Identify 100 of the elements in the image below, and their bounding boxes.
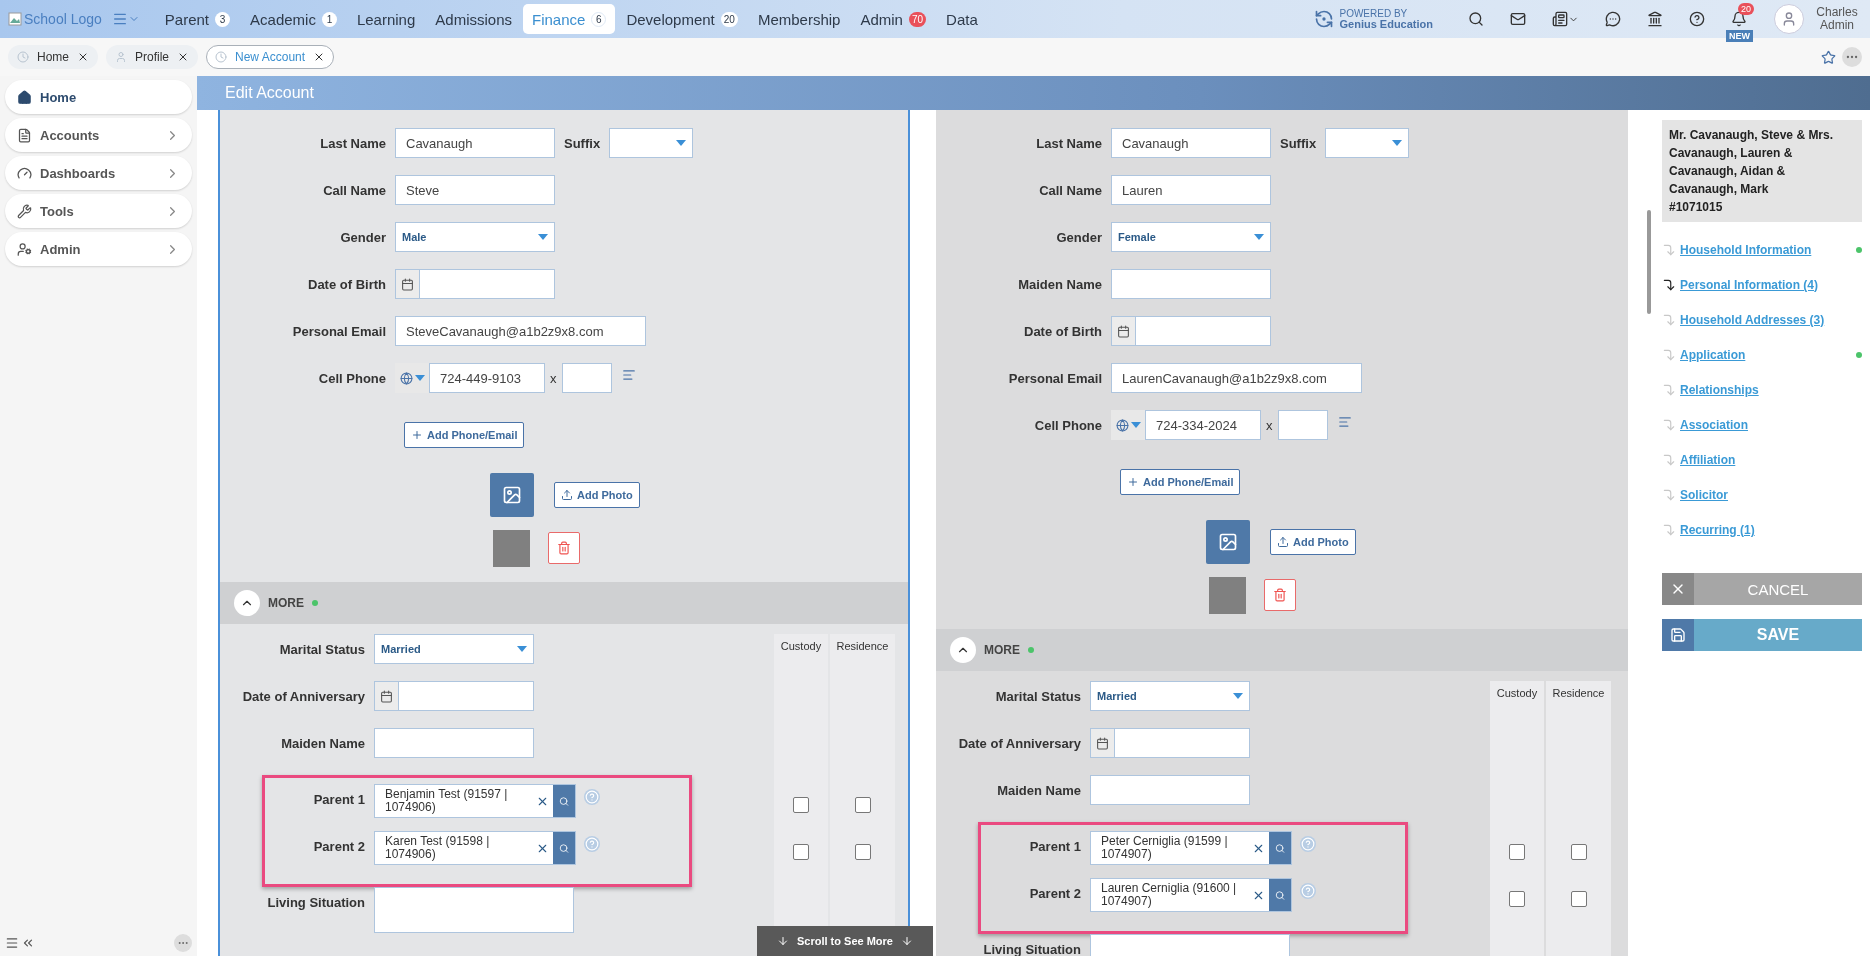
nav-tab[interactable]: Academic 1 bbox=[241, 4, 346, 34]
collapse-icon[interactable] bbox=[21, 936, 35, 950]
checkbox[interactable] bbox=[1509, 844, 1525, 860]
add-phone-email-button[interactable]: Add Phone/Email bbox=[1120, 469, 1241, 495]
menu-icon[interactable] bbox=[5, 936, 19, 950]
more-button[interactable] bbox=[174, 934, 192, 952]
text-field[interactable] bbox=[374, 728, 534, 758]
sidebar-item[interactable]: Dashboards bbox=[5, 156, 192, 190]
country-code-dropdown[interactable] bbox=[395, 363, 429, 393]
nav-tab[interactable]: Learning bbox=[347, 4, 425, 34]
phone-field[interactable]: 724-334-2024 bbox=[1145, 410, 1261, 440]
email-field[interactable]: LaurenCavanaugh@a1b2z9x8.com bbox=[1111, 363, 1362, 393]
close-icon[interactable] bbox=[77, 51, 89, 63]
help-button[interactable] bbox=[1300, 883, 1316, 899]
parent-lookup-field[interactable]: Lauren Cerniglia (91600 | 1074907) bbox=[1090, 878, 1292, 912]
field-label: Cell Phone bbox=[317, 370, 387, 386]
text-area[interactable] bbox=[374, 887, 574, 933]
bell-icon[interactable] bbox=[1731, 11, 1747, 27]
parent-lookup-field[interactable]: Karen Test (91598 | 1074906) bbox=[374, 831, 576, 865]
search-icon bbox=[1275, 888, 1285, 902]
add-photo-button[interactable]: Add Photo bbox=[1270, 529, 1356, 555]
checkbox[interactable] bbox=[854, 797, 871, 813]
home-icon bbox=[17, 89, 32, 105]
parent-lookup-field[interactable]: Peter Cerniglia (91599 | 1074907) bbox=[1090, 831, 1292, 865]
dropdown[interactable]: Female bbox=[1111, 222, 1271, 252]
nav-tab[interactable]: Admissions bbox=[426, 4, 521, 34]
nav-tab[interactable]: Admin 70 bbox=[851, 4, 936, 34]
globe-icon bbox=[1115, 418, 1129, 432]
user-icon bbox=[1781, 11, 1797, 27]
dropdown[interactable]: Male bbox=[395, 222, 555, 252]
sidebar-item[interactable]: Tools bbox=[5, 194, 192, 228]
collapse-button[interactable] bbox=[234, 590, 260, 616]
dropdown[interactable]: Married bbox=[1090, 681, 1250, 711]
phone-field[interactable]: 724-449-9103 bbox=[429, 363, 545, 393]
star-icon[interactable] bbox=[1821, 49, 1836, 65]
sidebar-item[interactable]: Admin bbox=[5, 232, 192, 266]
checkbox[interactable] bbox=[793, 797, 809, 813]
field-label: Date of Anniversary bbox=[241, 688, 366, 704]
help-button[interactable] bbox=[584, 789, 600, 805]
field-label: Maiden Name bbox=[1017, 276, 1103, 292]
open-tab[interactable]: Home bbox=[8, 45, 98, 69]
search-button[interactable] bbox=[553, 832, 575, 864]
search-icon[interactable] bbox=[1468, 11, 1484, 27]
scroll-hint: Scroll to See More bbox=[797, 935, 893, 947]
checkbox[interactable] bbox=[854, 844, 871, 860]
collapse-button[interactable] bbox=[950, 637, 976, 663]
text-field[interactable]: Lauren bbox=[1111, 175, 1271, 205]
text-field[interactable] bbox=[1090, 775, 1250, 805]
parent-lookup-field[interactable]: Benjamin Test (91597 | 1074906) bbox=[374, 784, 576, 818]
delete-button[interactable] bbox=[1264, 579, 1296, 611]
help-icon bbox=[1301, 837, 1315, 851]
text-field[interactable]: Cavanaugh bbox=[1111, 128, 1271, 158]
extension-field[interactable] bbox=[1277, 410, 1328, 440]
date-field[interactable] bbox=[1111, 316, 1271, 346]
upload-icon bbox=[1277, 536, 1289, 548]
help-button[interactable] bbox=[1300, 836, 1316, 852]
text-field[interactable]: Cavanaugh bbox=[395, 128, 555, 158]
date-field[interactable] bbox=[395, 269, 555, 299]
dropdown[interactable] bbox=[609, 128, 694, 158]
add-phone-email-button[interactable]: Add Phone/Email bbox=[404, 422, 525, 448]
email-field[interactable]: SteveCavanaugh@a1b2z9x8.com bbox=[395, 316, 646, 346]
newspaper-icon[interactable] bbox=[1552, 11, 1579, 27]
nav-tab[interactable]: Membership bbox=[748, 4, 850, 34]
open-tab[interactable]: New Account bbox=[206, 45, 335, 69]
menu-icon[interactable] bbox=[111, 11, 140, 27]
chat-icon[interactable] bbox=[1605, 11, 1621, 27]
sidebar-item[interactable]: Accounts bbox=[5, 118, 192, 152]
checkbox[interactable] bbox=[1509, 891, 1525, 907]
sidebar-item[interactable]: Home bbox=[5, 80, 192, 114]
help-button[interactable] bbox=[584, 836, 600, 852]
country-code-dropdown[interactable] bbox=[1111, 410, 1145, 440]
text-field[interactable] bbox=[1111, 269, 1271, 299]
checkbox[interactable] bbox=[1570, 844, 1587, 860]
mail-icon[interactable] bbox=[1510, 11, 1526, 27]
nav-tab[interactable]: Finance 6 bbox=[523, 4, 616, 34]
add-photo-button[interactable]: Add Photo bbox=[554, 482, 640, 508]
more-button[interactable] bbox=[1842, 47, 1862, 67]
search-button[interactable] bbox=[1269, 879, 1291, 911]
date-field[interactable] bbox=[1090, 728, 1250, 758]
trash-icon bbox=[1273, 588, 1287, 602]
extension-field[interactable] bbox=[561, 363, 612, 393]
open-tab[interactable]: Profile bbox=[106, 45, 199, 69]
date-field[interactable] bbox=[374, 681, 534, 711]
nav-tab[interactable]: Data bbox=[937, 4, 987, 34]
search-button[interactable] bbox=[1269, 832, 1291, 864]
nav-tab[interactable]: Development 20 bbox=[617, 4, 747, 34]
dropdown[interactable]: Married bbox=[374, 634, 534, 664]
delete-button[interactable] bbox=[548, 532, 580, 564]
help-icon[interactable] bbox=[1689, 11, 1705, 27]
calendar-icon bbox=[1117, 324, 1130, 338]
dropdown[interactable] bbox=[1325, 128, 1410, 158]
checkbox[interactable] bbox=[1570, 891, 1587, 907]
nav-tab[interactable]: Parent 3 bbox=[155, 4, 240, 34]
checkbox[interactable] bbox=[793, 844, 809, 860]
landmark-icon[interactable] bbox=[1647, 11, 1663, 27]
brand-logo-icon bbox=[1314, 9, 1335, 29]
photo-button[interactable] bbox=[1206, 520, 1250, 564]
photo-button[interactable] bbox=[490, 473, 534, 517]
text-field[interactable]: Steve bbox=[395, 175, 555, 205]
search-button[interactable] bbox=[553, 785, 575, 817]
